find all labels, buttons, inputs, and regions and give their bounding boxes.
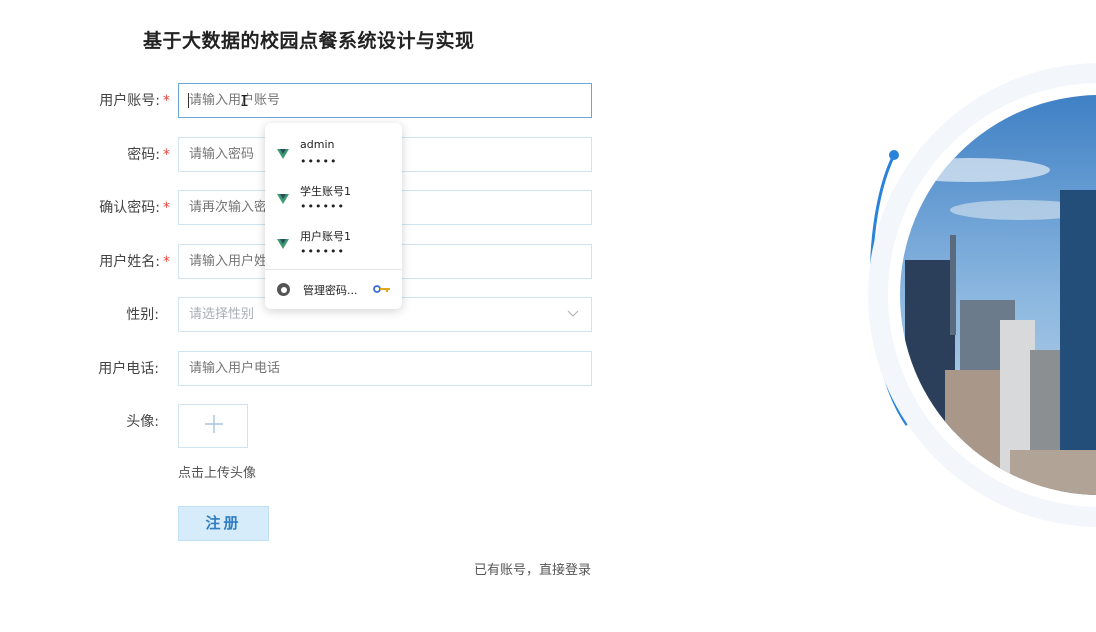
form-row-phone: 用户电话:: [0, 351, 600, 387]
label-colon: :: [155, 254, 160, 270]
password-label: 密码: *: [127, 137, 170, 173]
form-row-avatar: 头像:: [0, 404, 600, 440]
required-mark: *: [163, 93, 170, 109]
label-colon: :: [154, 414, 159, 430]
autofill-password-mask: •••••: [300, 155, 338, 168]
label-colon: :: [154, 361, 159, 377]
form-row-username: 用户账号:* I: [0, 83, 600, 119]
username-label: 用户账号: *: [99, 83, 170, 119]
autofill-credential-item[interactable]: 学生账号1 ••••••: [265, 181, 402, 221]
phone-input[interactable]: [178, 351, 592, 386]
avatar-upload-button[interactable]: [178, 404, 248, 448]
name-label: 用户姓名: *: [99, 244, 170, 280]
password-label-text: 密码: [127, 147, 156, 163]
gender-label: 性别:: [126, 297, 170, 333]
manage-passwords-item[interactable]: 管理密码...: [265, 279, 402, 303]
upload-hint: 点击上传头像: [178, 466, 257, 481]
autofill-password-mask: ••••••: [300, 245, 345, 258]
key-icon: [373, 285, 390, 293]
confirm-password-label-text: 确认密码: [99, 200, 156, 216]
label-colon: :: [154, 307, 159, 323]
autofill-credential-item[interactable]: admin •••••: [265, 136, 402, 176]
gender-label-text: 性别: [126, 307, 155, 323]
phone-label: 用户电话:: [98, 351, 170, 387]
vue-logo-icon: [277, 194, 289, 204]
chevron-down-icon: [565, 306, 581, 322]
required-mark: *: [163, 254, 170, 270]
autofill-password-mask: ••••••: [300, 200, 345, 213]
text-caret: [188, 93, 189, 108]
autofill-credential-item[interactable]: 用户账号1 ••••••: [265, 226, 402, 266]
gender-select-placeholder: 请选择性别: [189, 307, 255, 322]
password-autofill-dropdown: admin ••••• 学生账号1 •••••• 用户账号1 •••••• 管理…: [265, 123, 402, 309]
chrome-icon: [277, 283, 290, 296]
confirm-password-label: 确认密码: *: [99, 190, 170, 226]
ibeam-cursor-icon: I: [240, 92, 250, 110]
required-mark: *: [163, 200, 170, 216]
register-button[interactable]: 注册: [178, 506, 269, 541]
dropdown-divider: [265, 269, 402, 270]
avatar-label-text: 头像: [126, 414, 155, 430]
page-title: 基于大数据的校园点餐系统设计与实现: [143, 30, 475, 52]
login-link[interactable]: 已有账号，直接登录: [474, 559, 591, 578]
manage-passwords-label: 管理密码...: [303, 284, 358, 297]
name-label-text: 用户姓名: [99, 254, 156, 270]
required-mark: *: [163, 147, 170, 163]
autofill-username: 学生账号1: [300, 185, 351, 198]
vue-logo-icon: [277, 239, 289, 249]
avatar-label: 头像:: [126, 404, 170, 440]
username-label-text: 用户账号: [99, 93, 156, 109]
plus-icon: [204, 414, 224, 438]
autofill-username: 用户账号1: [300, 230, 351, 243]
phone-label-text: 用户电话: [98, 361, 155, 377]
label-colon: :: [155, 200, 160, 216]
label-colon: :: [155, 93, 160, 109]
city-skyline-image: [868, 63, 1096, 527]
label-colon: :: [155, 147, 160, 163]
vue-logo-icon: [277, 149, 289, 159]
autofill-username: admin: [300, 138, 335, 151]
